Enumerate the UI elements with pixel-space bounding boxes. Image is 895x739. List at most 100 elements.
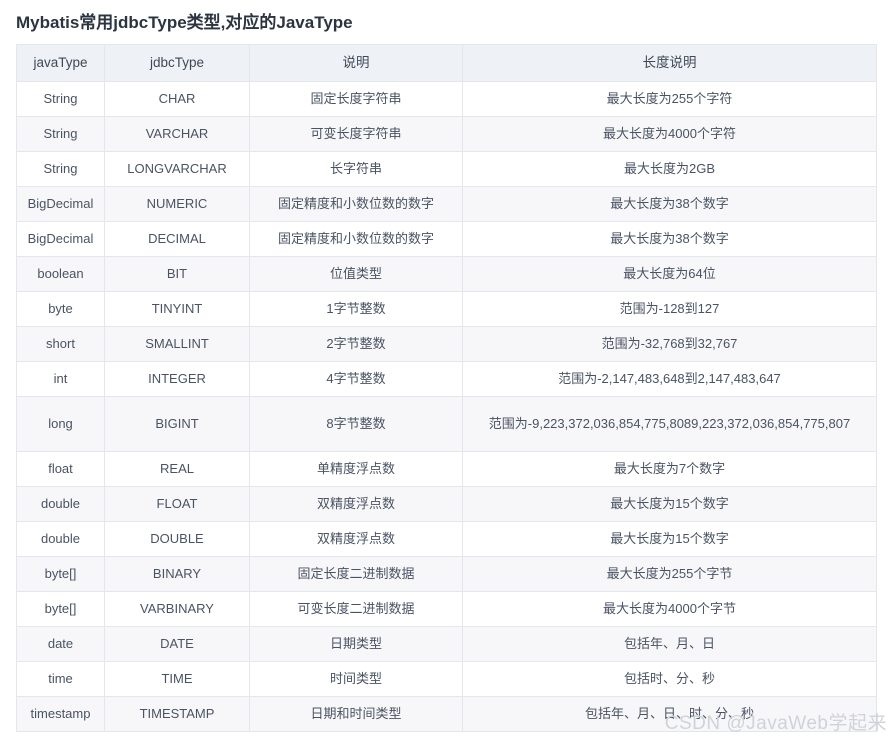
table-row: BigDecimal DECIMAL 固定精度和小数位数的数字 最大长度为38个数字 xyxy=(16,221,877,257)
cell-jdbctype: FLOAT xyxy=(104,486,250,522)
cell-length: 最大长度为7个数字 xyxy=(462,451,877,487)
cell-desc: 可变长度二进制数据 xyxy=(249,591,463,627)
cell-desc: 固定精度和小数位数的数字 xyxy=(249,221,463,257)
cell-length: 范围为-128到127 xyxy=(462,291,877,327)
cell-javatype: double xyxy=(16,521,105,557)
cell-length: 最大长度为255个字节 xyxy=(462,556,877,592)
cell-desc: 位值类型 xyxy=(249,256,463,292)
table-row: float REAL 单精度浮点数 最大长度为7个数字 xyxy=(16,451,877,487)
cell-jdbctype: TIMESTAMP xyxy=(104,696,250,732)
cell-desc: 双精度浮点数 xyxy=(249,521,463,557)
table-row: String VARCHAR 可变长度字符串 最大长度为4000个字符 xyxy=(16,116,877,152)
cell-desc: 日期和时间类型 xyxy=(249,696,463,732)
cell-jdbctype: TINYINT xyxy=(104,291,250,327)
cell-jdbctype: REAL xyxy=(104,451,250,487)
cell-javatype: time xyxy=(16,661,105,697)
cell-length: 最大长度为15个数字 xyxy=(462,486,877,522)
cell-jdbctype: BIGINT xyxy=(104,396,250,452)
cell-javatype: String xyxy=(16,81,105,117)
cell-desc: 1字节整数 xyxy=(249,291,463,327)
cell-jdbctype: TIME xyxy=(104,661,250,697)
cell-length: 最大长度为15个数字 xyxy=(462,521,877,557)
cell-jdbctype: CHAR xyxy=(104,81,250,117)
table-header: javaType jdbcType 说明 长度说明 xyxy=(16,44,877,82)
table-row: BigDecimal NUMERIC 固定精度和小数位数的数字 最大长度为38个数字 xyxy=(16,186,877,222)
cell-javatype: long xyxy=(16,396,105,452)
cell-desc: 时间类型 xyxy=(249,661,463,697)
cell-desc: 日期类型 xyxy=(249,626,463,662)
cell-jdbctype: BINARY xyxy=(104,556,250,592)
table-body: String CHAR 固定长度字符串 最大长度为255个字符 String VARCHA… xyxy=(16,81,877,732)
table-row: boolean BIT 位值类型 最大长度为64位 xyxy=(16,256,877,292)
table-row: String CHAR 固定长度字符串 最大长度为255个字符 xyxy=(16,81,877,117)
cell-javatype: float xyxy=(16,451,105,487)
cell-javatype: timestamp xyxy=(16,696,105,732)
cell-desc: 可变长度字符串 xyxy=(249,116,463,152)
cell-javatype: String xyxy=(16,116,105,152)
page-title: Mybatis常用jdbcType类型,对应的JavaType xyxy=(16,13,353,32)
table-row: byte[] BINARY 固定长度二进制数据 最大长度为255个字节 xyxy=(16,556,877,592)
cell-length: 包括年、月、日、时、分、秒 xyxy=(462,696,877,732)
cell-jdbctype: DECIMAL xyxy=(104,221,250,257)
column-header-javatype: javaType xyxy=(16,44,105,82)
jdbc-type-table: javaType jdbcType 说明 长度说明 String CHAR 固定长度… xyxy=(16,44,877,732)
cell-jdbctype: LONGVARCHAR xyxy=(104,151,250,187)
cell-length: 最大长度为38个数字 xyxy=(462,221,877,257)
table-row: double FLOAT 双精度浮点数 最大长度为15个数字 xyxy=(16,486,877,522)
cell-jdbctype: DATE xyxy=(104,626,250,662)
cell-desc: 2字节整数 xyxy=(249,326,463,362)
cell-length: 最大长度为4000个字节 xyxy=(462,591,877,627)
cell-length: 最大长度为64位 xyxy=(462,256,877,292)
column-header-length: 长度说明 xyxy=(462,44,877,82)
cell-desc: 双精度浮点数 xyxy=(249,486,463,522)
cell-jdbctype: VARBINARY xyxy=(104,591,250,627)
cell-length: 最大长度为2GB xyxy=(462,151,877,187)
cell-length: 最大长度为4000个字符 xyxy=(462,116,877,152)
table-row: int INTEGER 4字节整数 范围为-2,147,483,648到2,147,4… xyxy=(16,361,877,397)
cell-javatype: double xyxy=(16,486,105,522)
table-container: javaType jdbcType 说明 长度说明 String CHAR 固定长度… xyxy=(16,44,877,732)
cell-javatype: byte[] xyxy=(16,556,105,592)
cell-desc: 长字符串 xyxy=(249,151,463,187)
table-row: date DATE 日期类型 包括年、月、日 xyxy=(16,626,877,662)
cell-javatype: byte xyxy=(16,291,105,327)
cell-javatype: BigDecimal xyxy=(16,186,105,222)
cell-javatype: BigDecimal xyxy=(16,221,105,257)
cell-jdbctype: NUMERIC xyxy=(104,186,250,222)
cell-desc: 固定精度和小数位数的数字 xyxy=(249,186,463,222)
cell-javatype: date xyxy=(16,626,105,662)
cell-length: 最大长度为255个字符 xyxy=(462,81,877,117)
cell-length: 最大长度为38个数字 xyxy=(462,186,877,222)
table-row: timestamp TIMESTAMP 日期和时间类型 包括年、月、日、时、分、秒 xyxy=(16,696,877,732)
cell-length: 范围为-2,147,483,648到2,147,483,647 xyxy=(462,361,877,397)
cell-desc: 固定长度二进制数据 xyxy=(249,556,463,592)
table-header-row: javaType jdbcType 说明 长度说明 xyxy=(16,44,877,82)
table-row: byte[] VARBINARY 可变长度二进制数据 最大长度为4000个字节 xyxy=(16,591,877,627)
cell-javatype: int xyxy=(16,361,105,397)
column-header-jdbctype: jdbcType xyxy=(104,44,250,82)
table-row: double DOUBLE 双精度浮点数 最大长度为15个数字 xyxy=(16,521,877,557)
cell-javatype: byte[] xyxy=(16,591,105,627)
cell-javatype: short xyxy=(16,326,105,362)
cell-jdbctype: BIT xyxy=(104,256,250,292)
cell-desc: 单精度浮点数 xyxy=(249,451,463,487)
table-row: byte TINYINT 1字节整数 范围为-128到127 xyxy=(16,291,877,327)
cell-length: 范围为-9,223,372,036,854,775,8089,223,372,0… xyxy=(462,396,877,452)
table-row: short SMALLINT 2字节整数 范围为-32,768到32,767 xyxy=(16,326,877,362)
cell-jdbctype: INTEGER xyxy=(104,361,250,397)
cell-desc: 固定长度字符串 xyxy=(249,81,463,117)
cell-javatype: boolean xyxy=(16,256,105,292)
cell-length: 包括时、分、秒 xyxy=(462,661,877,697)
cell-jdbctype: DOUBLE xyxy=(104,521,250,557)
table-row: time TIME 时间类型 包括时、分、秒 xyxy=(16,661,877,697)
cell-desc: 4字节整数 xyxy=(249,361,463,397)
cell-desc: 8字节整数 xyxy=(249,396,463,452)
cell-length: 包括年、月、日 xyxy=(462,626,877,662)
table-row: long BIGINT 8字节整数 范围为-9,223,372,036,854,775… xyxy=(16,396,877,452)
table-row: String LONGVARCHAR 长字符串 最大长度为2GB xyxy=(16,151,877,187)
cell-javatype: String xyxy=(16,151,105,187)
page-root: Mybatis常用jdbcType类型,对应的JavaType javaType… xyxy=(0,0,895,739)
column-header-description: 说明 xyxy=(249,44,463,82)
cell-jdbctype: SMALLINT xyxy=(104,326,250,362)
cell-length: 范围为-32,768到32,767 xyxy=(462,326,877,362)
